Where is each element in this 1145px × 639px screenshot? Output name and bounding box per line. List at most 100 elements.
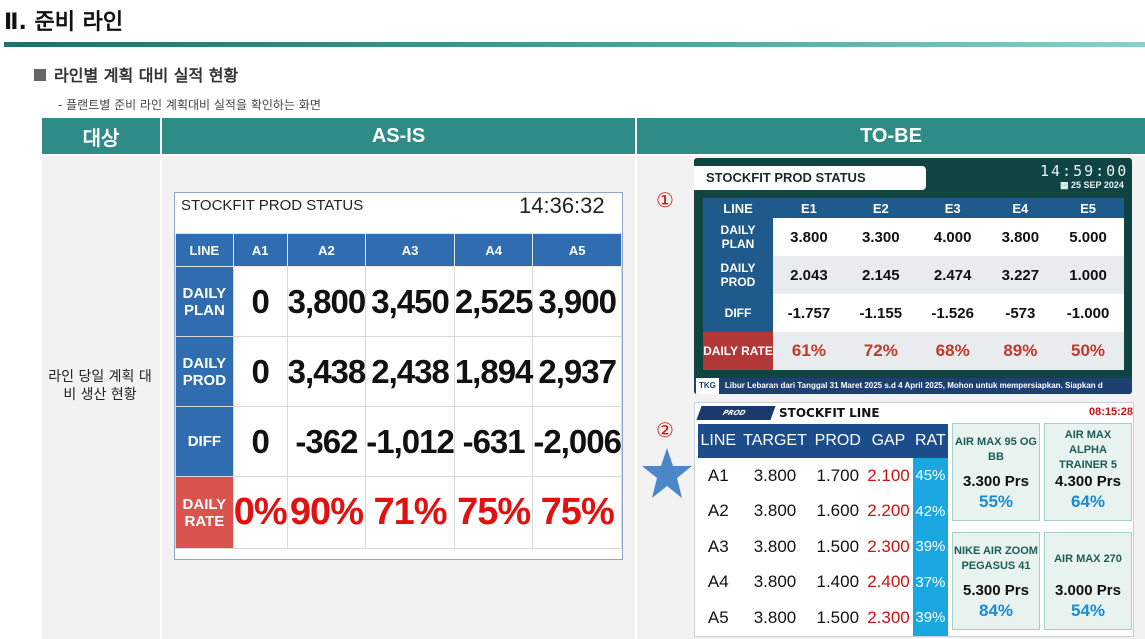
tobe1-col-header: LINE <box>703 198 773 218</box>
section-subtitle: 라인별 계획 대비 실적 현황 <box>34 62 238 86</box>
tobe1-rate: 68% <box>916 332 989 370</box>
tobe2-clock: 08:15:28 <box>1089 406 1134 418</box>
tobe1-row: DAILY PLAN 3.800 3.300 4.000 3.800 5.000 <box>703 218 1124 256</box>
tobe1-value: 1.000 <box>1052 256 1124 294</box>
tobe2-prod: 1.500 <box>816 607 860 627</box>
tobe1-row-label: DAILY PLAN <box>703 218 773 256</box>
tobe1-row: DAILY RATE 61% 72% 68% 89% 50% <box>703 332 1124 370</box>
asis-value: 2,438 <box>365 336 455 407</box>
asis-value: 0 <box>232 266 288 337</box>
tobe2-gap: 2.300 <box>867 607 910 627</box>
tobe1-col-header: E4 <box>988 198 1053 218</box>
tobe1-screen: STOCKFIT PROD STATUS 14:59:00 ▦ 25 SEP 2… <box>694 158 1132 394</box>
asis-header-row: LINE A1 A2 A3 A4 A5 <box>175 233 622 267</box>
asis-value: 1,894 <box>453 336 534 407</box>
asis-value: 0 <box>232 336 288 407</box>
asis-value: 3,450 <box>365 266 455 337</box>
asis-rate: 90% <box>286 476 367 549</box>
tobe1-date-text: 25 SEP 2024 <box>1071 180 1124 190</box>
tobe2-prod: 1.600 <box>816 501 860 521</box>
tobe1-value: -573 <box>1005 304 1036 322</box>
tobe1-col-header: E1 <box>773 198 845 218</box>
asis-value: 0 <box>232 406 288 477</box>
model-name: AIR MAX 95 OG BB <box>955 436 1037 463</box>
asis-screen-title: STOCKFIT PROD STATUS <box>181 197 364 214</box>
model-qty: 3.000 Prs <box>1055 582 1121 599</box>
model-pct: 84% <box>978 601 1014 620</box>
tobe2-row: A3 3.800 1.500 2.300 39% <box>698 529 948 565</box>
model-card: AIR MAX 95 OG BB 3.300 Prs 55% <box>952 423 1040 521</box>
tobe2-prod: 1.700 <box>816 465 860 485</box>
tobe2-line: A3 <box>707 536 729 556</box>
marker-2: ② <box>656 418 674 442</box>
model-card: NIKE AIR ZOOM PEGASUS 41 5.300 Prs 84% <box>952 532 1040 630</box>
model-name: AIR MAX 270 <box>1054 552 1122 565</box>
tobe1-value: 3.227 <box>988 256 1053 294</box>
tobe2-row: A5 3.800 1.500 2.300 39% <box>698 600 948 636</box>
tobe1-value: -1.526 <box>931 304 974 322</box>
model-card: AIR MAX ALPHA TRAINER 5 4.300 Prs 64% <box>1044 423 1132 521</box>
tobe1-header-row: LINE E1 E2 E3 E4 E5 <box>703 198 1124 218</box>
model-pct: 64% <box>1070 492 1106 511</box>
tobe2-col-header: LINE <box>698 424 739 458</box>
tobe1-col-header: E5 <box>1052 198 1124 218</box>
tobe2-row: A2 3.800 1.600 2.200 42% <box>698 493 948 529</box>
tobe1-value: -1.757 <box>787 304 831 322</box>
asis-rate: 75% <box>453 476 534 549</box>
asis-col-header: A2 <box>286 233 367 267</box>
page-title: Ⅱ. 준비 라인 <box>4 10 124 35</box>
model-card: AIR MAX 270 3.000 Prs 54% <box>1044 532 1132 630</box>
tobe2-target: 3.800 <box>753 536 797 556</box>
tobe1-value: -1.155 <box>859 304 903 322</box>
asis-row-label: DAILY RATE <box>175 476 234 549</box>
tobe2-line: A2 <box>707 501 729 521</box>
tobe1-ticker: TKG Libur Lebaran dari Tanggal 31 Maret 2… <box>694 378 1132 394</box>
tobe2-col-header: PROD <box>811 424 865 458</box>
title-underline <box>4 42 1145 47</box>
asis-value: 3,900 <box>532 266 622 337</box>
tobe2-header-row: LINE TARGET PROD GAP RAT <box>698 424 948 458</box>
model-name: NIKE AIR ZOOM PEGASUS 41 <box>954 545 1038 572</box>
asis-value: -362 <box>286 406 367 477</box>
asis-value: 2,937 <box>532 336 622 407</box>
tobe2-target: 3.800 <box>753 501 797 521</box>
tobe2-title: STOCKFIT LINE <box>779 406 880 420</box>
tobe1-rate: 89% <box>988 332 1053 370</box>
tobe2-table: LINE TARGET PROD GAP RAT A1 3.800 1.700 … <box>698 424 948 636</box>
tobe1-clock: 14:59:00 <box>1040 162 1129 180</box>
tobe2-rat: 42% <box>912 493 948 529</box>
tobe2-rat: 39% <box>912 600 948 636</box>
asis-value: -1,012 <box>365 406 455 477</box>
tobe1-table: LINE E1 E2 E3 E4 E5 DAILY PLAN 3.800 3.3… <box>703 198 1124 370</box>
tobe1-rate: 50% <box>1052 332 1124 370</box>
tobe2-badge: PROD STATUS <box>696 406 776 431</box>
asis-value: 2,525 <box>453 266 534 337</box>
tobe2-gap: 2.200 <box>867 501 910 521</box>
tobe1-row-label: DAILY PROD <box>703 256 773 294</box>
tobe2-col-header: RAT <box>912 424 948 458</box>
tobe1-value: 2.043 <box>773 256 845 294</box>
section-note: - 플랜트별 준비 라인 계획대비 실적을 확인하는 화면 <box>58 98 321 112</box>
tobe2-line: A5 <box>707 607 729 627</box>
header-asis: AS-IS <box>162 118 635 154</box>
asis-col-header: A5 <box>532 233 622 267</box>
tobe1-col-header: E2 <box>844 198 917 218</box>
tobe1-value: 5.000 <box>1069 228 1107 246</box>
model-qty: 4.300 Prs <box>1055 473 1121 490</box>
asis-value: -2,006 <box>532 406 622 477</box>
asis-col-header: LINE <box>175 233 234 267</box>
tobe2-gap: 2.300 <box>867 536 910 556</box>
section-subtitle-text: 라인별 계획 대비 실적 현황 <box>54 66 239 85</box>
tobe1-date: ▦ 25 SEP 2024 <box>1060 180 1124 191</box>
calendar-icon: ▦ <box>1060 180 1072 190</box>
tobe1-title: STOCKFIT PROD STATUS <box>694 166 926 190</box>
tobe1-ticker-text: Libur Lebaran dari Tanggal 31 Maret 2025… <box>724 381 1103 390</box>
asis-row: DAILY RATE 0% 90% 71% 75% 75% <box>175 476 622 549</box>
tobe2-rat: 39% <box>912 529 948 565</box>
tobe2-gap: 2.100 <box>867 465 910 485</box>
model-name: AIR MAX ALPHA TRAINER 5 <box>1058 428 1118 471</box>
asis-col-header: A3 <box>365 233 455 267</box>
tobe2-col-header: GAP <box>864 424 913 458</box>
tobe1-value: 4.000 <box>933 228 972 246</box>
tobe2-rat: 45% <box>912 458 948 494</box>
